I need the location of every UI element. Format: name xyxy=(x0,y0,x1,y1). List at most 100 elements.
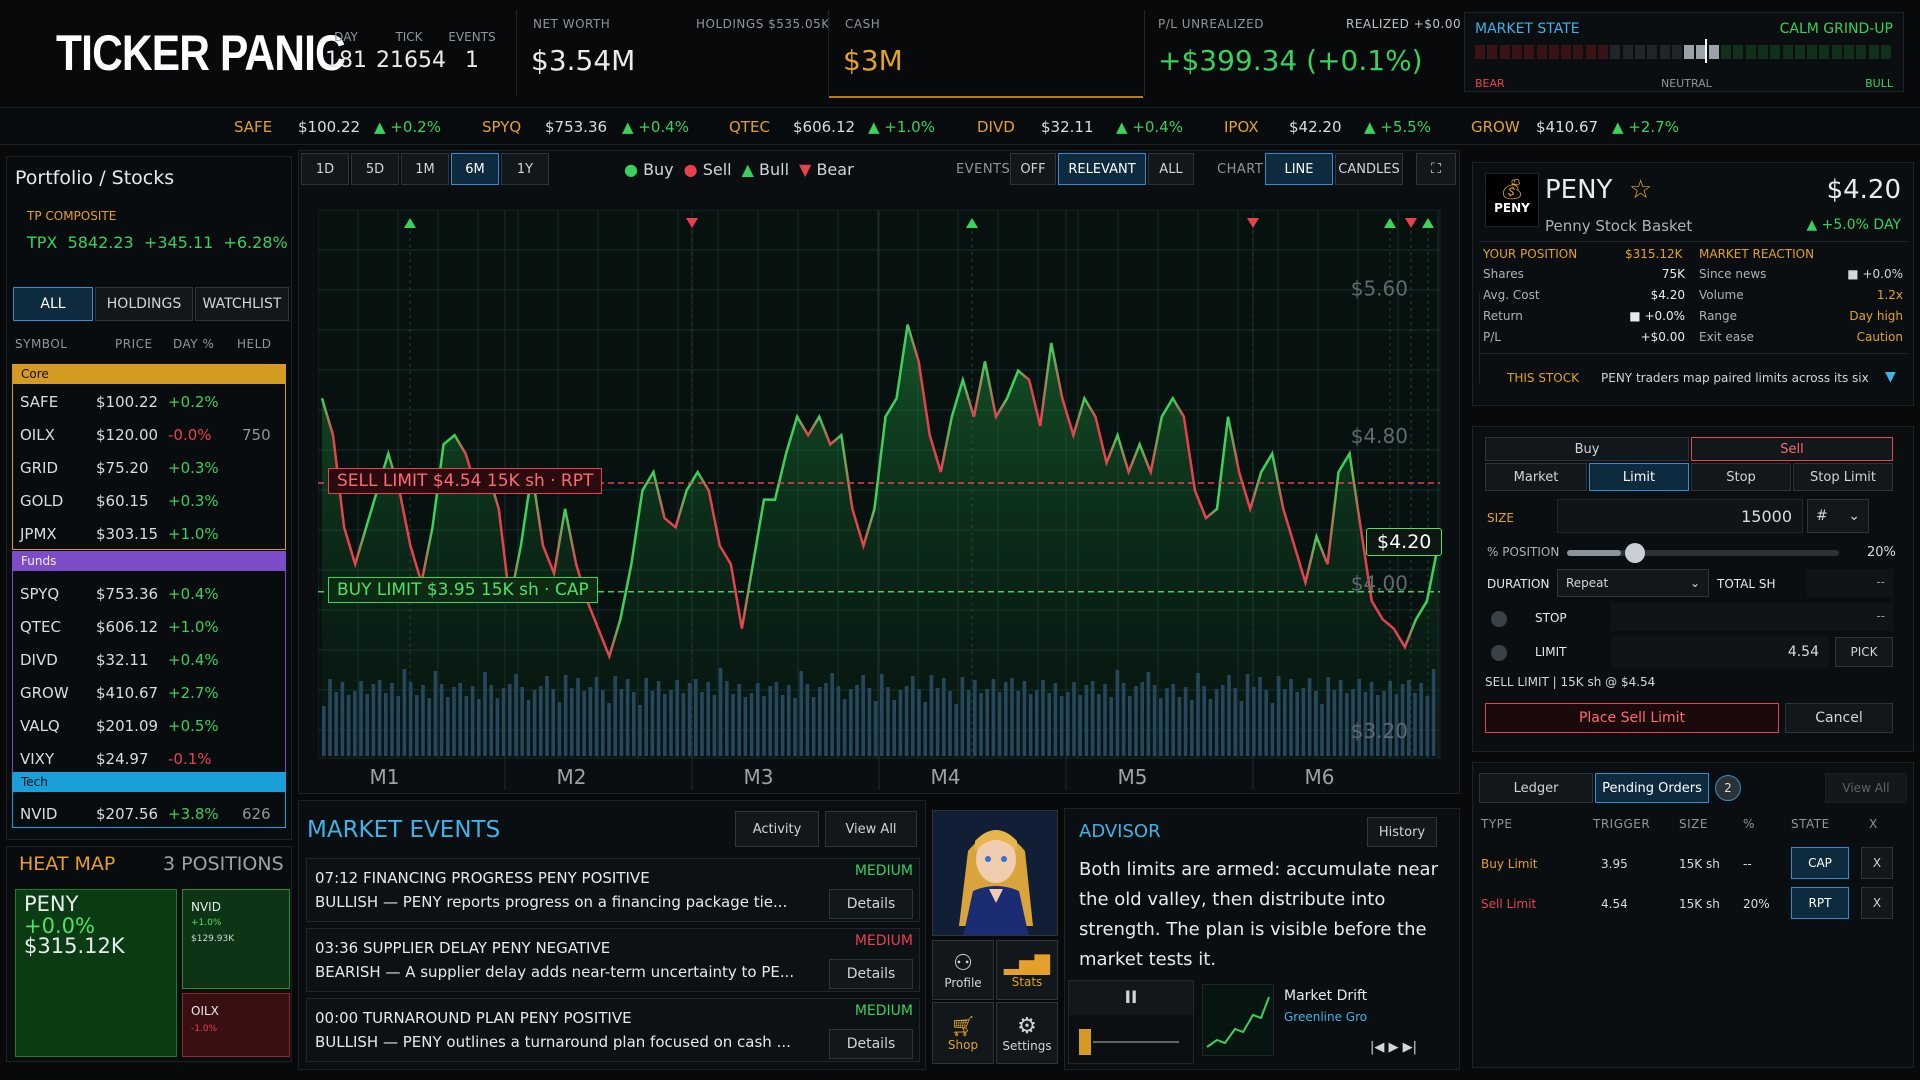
ticker-symbol[interactable]: QTEC xyxy=(729,118,770,136)
event-details-button[interactable]: Details xyxy=(829,959,913,989)
pick-price-button[interactable]: PICK xyxy=(1835,637,1893,667)
stock-row-vixy[interactable]: VIXY $24.97 -0.1% xyxy=(14,742,286,775)
ticker-symbol[interactable]: SPYQ xyxy=(482,118,521,136)
order-type-stop-limit[interactable]: Stop Limit xyxy=(1793,463,1893,491)
settings-button[interactable]: ⚙ Settings xyxy=(996,1002,1058,1064)
pl-label: P/L UNREALIZED xyxy=(1158,17,1264,31)
ticker-symbol[interactable]: IPOX xyxy=(1224,118,1259,136)
shop-button[interactable]: 🛒︎ Shop xyxy=(932,1002,994,1064)
chevron-down-icon: ⌄ xyxy=(1848,508,1860,524)
ticker-change: ▲ +0.4% xyxy=(1116,118,1183,136)
limit-input[interactable]: 4.54 xyxy=(1611,637,1829,667)
range-1y[interactable]: 1Y xyxy=(501,153,549,185)
expand-chevron-icon[interactable]: ▼ xyxy=(1885,369,1896,385)
tab-ledger[interactable]: Ledger xyxy=(1479,773,1593,803)
reaction-field-label: Exit ease xyxy=(1699,330,1754,344)
heat-tile-nvid[interactable]: NVID +1.0% $129.93K xyxy=(182,889,290,989)
order-type-market[interactable]: Market xyxy=(1485,463,1587,491)
gear-icon: ⚙ xyxy=(1017,1013,1037,1039)
stop-input[interactable]: -- xyxy=(1611,603,1893,631)
stock-row-safe[interactable]: SAFE $100.22 +0.2% xyxy=(14,385,286,418)
stop-radio[interactable] xyxy=(1491,611,1507,627)
tab-pending-orders[interactable]: Pending Orders xyxy=(1595,773,1709,803)
chart-candles-button[interactable]: CANDLES xyxy=(1335,153,1403,185)
ticker-symbol[interactable]: GROW xyxy=(1471,118,1520,136)
slider-knob[interactable] xyxy=(1625,543,1646,563)
meter-segment xyxy=(1856,45,1867,59)
place-order-button[interactable]: Place Sell Limit xyxy=(1485,703,1779,733)
event-card[interactable]: 07:12 FINANCING PROGRESS PENY POSITIVE ME… xyxy=(306,858,920,922)
watchlist-star-icon[interactable]: ☆ xyxy=(1629,175,1652,205)
limit-radio[interactable] xyxy=(1491,645,1507,661)
stock-day-change: +0.5% xyxy=(168,717,219,735)
history-button[interactable]: History xyxy=(1367,817,1437,847)
buy-side-button[interactable]: Buy xyxy=(1485,437,1689,461)
range-1d[interactable]: 1D xyxy=(301,153,349,185)
percent-position-slider[interactable] xyxy=(1567,543,1839,563)
ticker-symbol[interactable]: SAFE xyxy=(234,118,272,136)
stock-row-qtec[interactable]: QTEC $606.12 +1.0% xyxy=(14,610,286,643)
events-relevant-button[interactable]: RELEVANT xyxy=(1058,153,1146,185)
events-all-button[interactable]: ALL xyxy=(1148,153,1194,185)
size-unit-select[interactable]: # ⌄ xyxy=(1807,499,1869,533)
music-player: II xyxy=(1068,980,1194,1064)
orders-col-header: X xyxy=(1869,817,1878,831)
price-chart[interactable]: $5.60 $4.80 $4.00 $3.20 M1 M2 M3 M4 M5 M6 xyxy=(318,210,1444,790)
reaction-field-value: 1.2x xyxy=(1876,288,1903,302)
order-type-stop[interactable]: Stop xyxy=(1691,463,1791,491)
stock-row-gold[interactable]: GOLD $60.15 +0.3% xyxy=(14,484,286,517)
order-type-limit[interactable]: Limit xyxy=(1589,463,1689,491)
advisor-avatar xyxy=(933,811,1057,935)
stock-row-divd[interactable]: DIVD $32.11 +0.4% xyxy=(14,643,286,676)
stock-row-valq[interactable]: VALQ $201.09 +0.5% xyxy=(14,709,286,742)
event-card[interactable]: 03:36 SUPPLIER DELAY PENY NEGATIVE MEDIUM… xyxy=(306,928,920,992)
volume-knob[interactable] xyxy=(1079,1029,1091,1055)
tab-holdings[interactable]: HOLDINGS xyxy=(95,287,193,321)
y-tick-label: $4.80 xyxy=(1351,424,1408,448)
cancel-order-icon[interactable]: X xyxy=(1861,847,1893,879)
event-card[interactable]: 00:00 TURNAROUND PLAN PENY POSITIVE MEDIU… xyxy=(306,998,920,1062)
fullscreen-icon[interactable]: ⛶ xyxy=(1416,153,1456,185)
stock-row-grid[interactable]: GRID $75.20 +0.3% xyxy=(14,451,286,484)
range-1m[interactable]: 1M xyxy=(401,153,449,185)
playback-controls[interactable]: |◀ ▶ ▶| xyxy=(1370,1040,1417,1055)
stock-row-nvid[interactable]: NVID $207.56 +3.8% 626 xyxy=(14,797,286,830)
stock-row-spyq[interactable]: SPYQ $753.36 +0.4% xyxy=(14,577,286,610)
sell-side-button[interactable]: Sell xyxy=(1691,437,1893,461)
activity-button[interactable]: Activity xyxy=(735,811,819,847)
meter-segment xyxy=(1548,45,1559,59)
stock-row-grow[interactable]: GROW $410.67 +2.7% xyxy=(14,676,286,709)
range-5d[interactable]: 5D xyxy=(351,153,399,185)
stats-button[interactable]: ▂▅▇ Stats xyxy=(996,940,1058,1000)
events-off-button[interactable]: OFF xyxy=(1010,153,1056,185)
volume-slider[interactable] xyxy=(1079,1029,1179,1055)
view-all-orders-button[interactable]: View All xyxy=(1825,773,1907,803)
tab-watchlist[interactable]: WATCHLIST xyxy=(195,287,289,321)
heat-tile-peny[interactable]: PENY +0.0% $315.12K xyxy=(15,889,177,1057)
order-state-button[interactable]: RPT xyxy=(1791,887,1849,919)
chart-line-button[interactable]: LINE xyxy=(1265,153,1333,185)
stock-row-oilx[interactable]: OILX $120.00 -0.0% 750 xyxy=(14,418,286,451)
heat-tile-oilx[interactable]: OILX -1.0% xyxy=(182,993,290,1057)
order-state-button[interactable]: CAP xyxy=(1791,847,1849,879)
meter-segment xyxy=(1610,45,1621,59)
sell-limit-label[interactable]: SELL LIMIT $4.54 15K sh · RPT xyxy=(328,468,603,495)
stock-day-change: +0.4% xyxy=(168,585,219,603)
heat-map-panel: HEAT MAP 3 POSITIONS PENY +0.0% $315.12K… xyxy=(6,846,292,1062)
range-6m[interactable]: 6M xyxy=(451,153,499,185)
cancel-order-button[interactable]: Cancel xyxy=(1785,703,1893,733)
size-input[interactable]: 15000 xyxy=(1557,499,1803,533)
event-details-button[interactable]: Details xyxy=(829,1029,913,1059)
cancel-order-icon[interactable]: X xyxy=(1861,887,1893,919)
stock-row-jpmx[interactable]: JPMX $303.15 +1.0% xyxy=(14,517,286,550)
event-details-button[interactable]: Details xyxy=(829,889,913,919)
divider xyxy=(1479,241,1907,242)
tab-all[interactable]: ALL xyxy=(13,287,93,321)
view-all-events-button[interactable]: View All xyxy=(825,811,917,847)
ticker-symbol[interactable]: DIVD xyxy=(977,118,1015,136)
position-value: $315.12K xyxy=(1625,247,1683,261)
pause-button[interactable]: II xyxy=(1069,981,1193,1015)
buy-limit-label[interactable]: BUY LIMIT $3.95 15K sh · CAP xyxy=(328,576,598,603)
duration-select[interactable]: Repeat ⌄ xyxy=(1557,569,1709,597)
profile-button[interactable]: ⚇ Profile xyxy=(932,940,994,1000)
